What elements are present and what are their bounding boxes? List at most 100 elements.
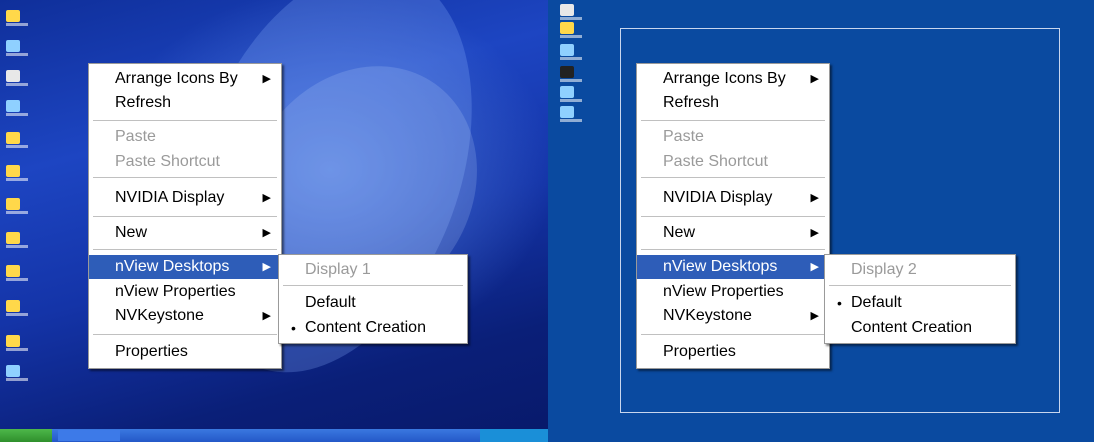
menu-item-paste: Paste [89, 125, 279, 149]
submenu-item-default[interactable]: Default [279, 291, 465, 315]
radio-bullet-icon: • [291, 320, 296, 336]
submenu-arrow-icon: ▶ [810, 73, 819, 85]
submenu-arrow-icon: ▶ [810, 310, 819, 322]
menu-separator [283, 285, 463, 286]
desktop-icon[interactable] [560, 4, 582, 20]
menu-item-nview-desktops[interactable]: nView Desktops ▶ [637, 255, 827, 279]
menu-item-label: Content Creation [305, 319, 426, 336]
menu-separator [93, 216, 277, 217]
nview-desktops-submenu: Display 1 Default • Content Creation [278, 254, 468, 344]
menu-item-label: nView Properties [115, 283, 236, 300]
desktop-icon[interactable] [560, 106, 582, 122]
submenu-item-content-creation[interactable]: • Content Creation [279, 316, 465, 340]
menu-item-label: nView Properties [663, 283, 784, 300]
submenu-arrow-icon: ▶ [262, 310, 271, 322]
desktop-context-menu: Arrange Icons By ▶ Refresh Paste Paste Sh… [636, 63, 830, 369]
menu-separator [93, 249, 277, 250]
menu-item-label: Paste Shortcut [663, 153, 768, 170]
desktop-icon[interactable] [560, 66, 582, 82]
menu-item-new[interactable]: New ▶ [89, 221, 279, 245]
menu-item-label: NVKeystone [115, 307, 204, 324]
menu-item-paste-shortcut: Paste Shortcut [637, 150, 827, 174]
menu-item-label: Paste [115, 128, 156, 145]
desktop-icon[interactable] [6, 100, 28, 116]
desktop-icon[interactable] [6, 335, 28, 351]
menu-item-label: Refresh [663, 94, 720, 111]
menu-item-nvidia-display[interactable]: NVIDIA Display ▶ [89, 186, 279, 210]
desktop-icon[interactable] [6, 300, 28, 316]
menu-item-paste: Paste [637, 125, 827, 149]
submenu-arrow-icon: ▶ [810, 227, 819, 239]
radio-bullet-icon: • [837, 295, 842, 311]
submenu-arrow-icon: ▶ [262, 261, 271, 273]
menu-separator [641, 177, 825, 178]
desktop-icon[interactable] [6, 132, 28, 148]
menu-item-label: Arrange Icons By [115, 70, 238, 87]
menu-item-label: Arrange Icons By [663, 70, 786, 87]
menu-item-nview-desktops[interactable]: nView Desktops ▶ [89, 255, 279, 279]
menu-item-label: NVKeystone [663, 307, 752, 324]
menu-item-label: Default [851, 294, 902, 311]
menu-separator [641, 249, 825, 250]
submenu-header-display: Display 2 [825, 258, 1013, 282]
desktop-icon[interactable] [560, 44, 582, 60]
menu-item-nvidia-display[interactable]: NVIDIA Display ▶ [637, 186, 827, 210]
menu-separator [93, 120, 277, 121]
desktop-icon[interactable] [6, 232, 28, 248]
start-button[interactable] [0, 429, 52, 442]
menu-separator [93, 177, 277, 178]
taskbar [0, 429, 548, 442]
menu-item-label: nView Desktops [663, 258, 778, 275]
menu-item-new[interactable]: New ▶ [637, 221, 827, 245]
desktop-icon[interactable] [6, 10, 28, 26]
menu-item-label: Default [305, 294, 356, 311]
menu-item-arrange-icons-by[interactable]: Arrange Icons By ▶ [89, 67, 279, 91]
system-tray [480, 429, 548, 442]
desktop-icon[interactable] [560, 86, 582, 102]
menu-separator [641, 216, 825, 217]
submenu-header-label: Display 2 [851, 261, 917, 278]
desktop-icon[interactable] [6, 198, 28, 214]
submenu-arrow-icon: ▶ [262, 227, 271, 239]
menu-separator [93, 334, 277, 335]
submenu-item-content-creation[interactable]: Content Creation [825, 316, 1013, 340]
submenu-header-display: Display 1 [279, 258, 465, 282]
menu-item-label: Paste [663, 128, 704, 145]
menu-separator [829, 285, 1011, 286]
desktop-icon[interactable] [6, 165, 28, 181]
submenu-header-label: Display 1 [305, 261, 371, 278]
menu-item-label: Content Creation [851, 319, 972, 336]
desktop-context-menu: Arrange Icons By ▶ Refresh Paste Paste Sh… [88, 63, 282, 369]
menu-item-nvkeystone[interactable]: NVKeystone ▶ [89, 304, 279, 328]
menu-item-refresh[interactable]: Refresh [637, 91, 827, 115]
menu-item-arrange-icons-by[interactable]: Arrange Icons By ▶ [637, 67, 827, 91]
menu-item-label: Refresh [115, 94, 172, 111]
submenu-arrow-icon: ▶ [810, 261, 819, 273]
menu-item-paste-shortcut: Paste Shortcut [89, 150, 279, 174]
submenu-item-default[interactable]: • Default [825, 291, 1013, 315]
menu-item-label: Properties [115, 343, 188, 360]
submenu-arrow-icon: ▶ [262, 73, 271, 85]
menu-item-label: New [663, 224, 696, 241]
menu-separator [641, 334, 825, 335]
submenu-arrow-icon: ▶ [810, 192, 819, 204]
desktop-icon[interactable] [560, 22, 582, 38]
desktop-icon[interactable] [6, 365, 28, 381]
menu-item-nvkeystone[interactable]: NVKeystone ▶ [637, 304, 827, 328]
left-desktop[interactable]: Arrange Icons By ▶ Refresh Paste Paste Sh… [0, 0, 548, 442]
menu-item-refresh[interactable]: Refresh [89, 91, 279, 115]
desktop-icon[interactable] [6, 70, 28, 86]
desktop-icon[interactable] [6, 40, 28, 56]
desktop-icon[interactable] [6, 265, 28, 281]
menu-item-properties[interactable]: Properties [637, 340, 827, 364]
taskbar-button[interactable] [58, 430, 120, 441]
menu-item-label: NVIDIA Display [115, 189, 225, 206]
menu-item-label: Properties [663, 343, 736, 360]
menu-item-nview-properties[interactable]: nView Properties [637, 280, 827, 304]
menu-item-label: NVIDIA Display [663, 189, 773, 206]
menu-item-label: nView Desktops [115, 258, 230, 275]
menu-item-label: New [115, 224, 148, 241]
menu-item-properties[interactable]: Properties [89, 340, 279, 364]
menu-item-nview-properties[interactable]: nView Properties [89, 280, 279, 304]
menu-item-label: Paste Shortcut [115, 153, 220, 170]
